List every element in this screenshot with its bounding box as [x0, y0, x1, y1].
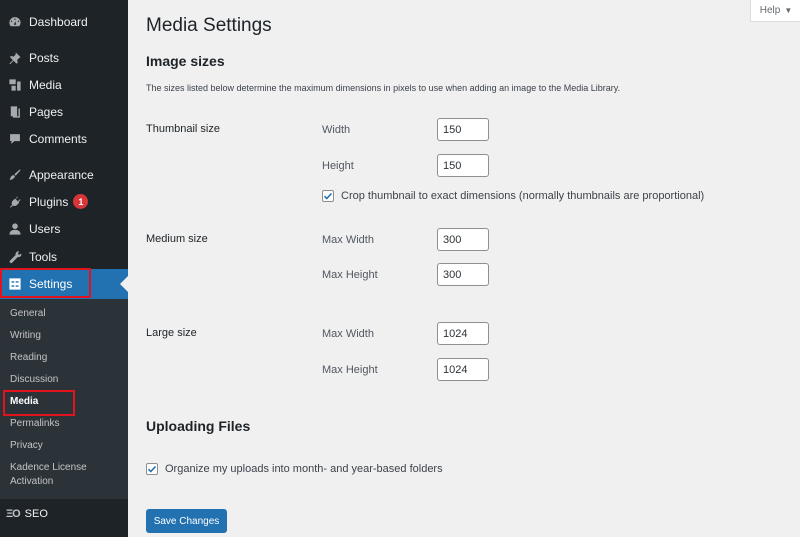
large-width-label: Max Width	[322, 328, 374, 340]
caret-down-icon: ▼	[784, 6, 793, 15]
image-sizes-heading: Image sizes	[146, 53, 225, 69]
crop-thumbnail-option[interactable]: Crop thumbnail to exact dimensions (norm…	[322, 190, 704, 202]
thumbnail-height-label: Height	[322, 160, 354, 172]
sidebar-item-plugins[interactable]: Plugins 1	[0, 188, 128, 215]
pin-icon	[8, 51, 22, 65]
sidebar-item-seo[interactable]: ΞO SEO	[0, 500, 128, 527]
thumbnail-width-label: Width	[322, 124, 351, 136]
sidebar-item-pages[interactable]: Pages	[0, 98, 128, 125]
medium-size-label: Medium size	[146, 233, 208, 245]
comment-icon	[8, 132, 22, 146]
submenu-item-discussion[interactable]: Discussion	[10, 373, 58, 387]
pages-icon	[8, 105, 22, 119]
medium-width-input[interactable]	[437, 228, 489, 251]
sidebar-item-label: Appearance	[29, 167, 94, 182]
help-label: Help	[759, 5, 781, 16]
sidebar-item-label: Plugins	[29, 194, 69, 209]
thumbnail-size-label: Thumbnail size	[146, 123, 220, 135]
sidebar-item-label: Tools	[29, 249, 58, 264]
active-menu-arrow	[120, 276, 128, 292]
medium-width-label: Max Width	[322, 234, 374, 246]
settings-submenu: General Writing Reading Discussion Media…	[0, 299, 128, 499]
organize-uploads-option[interactable]: Organize my uploads into month- and year…	[146, 463, 443, 475]
sidebar-item-label: Users	[29, 221, 61, 236]
thumbnail-width-input[interactable]	[437, 118, 489, 141]
sidebar-item-label: SEO	[24, 507, 48, 520]
plugin-update-badge: 1	[73, 194, 89, 209]
admin-sidebar: Dashboard Posts Media Pages Comments App…	[0, 0, 128, 537]
sidebar-item-label: Media	[29, 77, 62, 92]
medium-height-label: Max Height	[322, 269, 378, 281]
submenu-item-permalinks[interactable]: Permalinks	[10, 417, 59, 431]
submenu-item-reading[interactable]: Reading	[10, 351, 47, 365]
large-height-label: Max Height	[322, 364, 378, 376]
user-icon	[8, 222, 22, 236]
wrench-icon	[8, 250, 22, 264]
submenu-item-activation[interactable]: Activation	[10, 475, 53, 489]
checkmark-icon	[147, 465, 157, 473]
submenu-item-kadence-license[interactable]: Kadence License	[10, 461, 87, 475]
sidebar-item-users[interactable]: Users	[0, 215, 128, 242]
sidebar-item-label: Posts	[29, 50, 60, 65]
save-changes-button[interactable]: Save Changes	[146, 509, 227, 533]
large-height-input[interactable]	[437, 358, 489, 381]
large-width-input[interactable]	[437, 322, 489, 345]
dashboard-icon	[8, 15, 22, 29]
submenu-item-writing[interactable]: Writing	[10, 329, 41, 343]
seo-icon: ΞO	[6, 507, 21, 520]
organize-uploads-checkbox[interactable]	[146, 463, 158, 475]
sidebar-item-posts[interactable]: Posts	[0, 44, 128, 71]
sidebar-item-label: Dashboard	[29, 14, 88, 29]
sidebar-item-tools[interactable]: Tools	[0, 243, 128, 270]
media-icon	[8, 78, 22, 92]
large-size-label: Large size	[146, 327, 197, 339]
sidebar-item-label: Settings	[29, 277, 73, 291]
sidebar-item-media[interactable]: Media	[0, 71, 128, 98]
sidebar-item-comments[interactable]: Comments	[0, 125, 128, 152]
submenu-item-privacy[interactable]: Privacy	[10, 439, 43, 453]
crop-thumbnail-label: Crop thumbnail to exact dimensions (norm…	[341, 190, 705, 202]
page-title: Media Settings	[146, 15, 272, 36]
sidebar-item-settings[interactable]: Settings	[0, 269, 128, 299]
thumbnail-height-input[interactable]	[437, 154, 489, 177]
help-tab-button[interactable]: Help ▼	[750, 0, 800, 22]
organize-uploads-label: Organize my uploads into month- and year…	[165, 463, 443, 475]
plugin-icon	[8, 195, 22, 209]
sidebar-item-appearance[interactable]: Appearance	[0, 161, 128, 188]
sidebar-item-dashboard[interactable]: Dashboard	[0, 8, 128, 35]
medium-height-input[interactable]	[437, 263, 489, 286]
checkmark-icon	[323, 192, 333, 200]
image-sizes-description: The sizes listed below determine the max…	[146, 83, 621, 93]
sidebar-item-label: Pages	[29, 104, 64, 119]
sidebar-item-label: Comments	[29, 131, 88, 146]
uploading-files-heading: Uploading Files	[146, 418, 251, 434]
settings-icon	[8, 277, 22, 291]
submenu-item-general[interactable]: General	[10, 307, 46, 321]
brush-icon	[8, 168, 22, 182]
crop-thumbnail-checkbox[interactable]	[322, 190, 334, 202]
submenu-item-media[interactable]: Media	[10, 395, 38, 409]
